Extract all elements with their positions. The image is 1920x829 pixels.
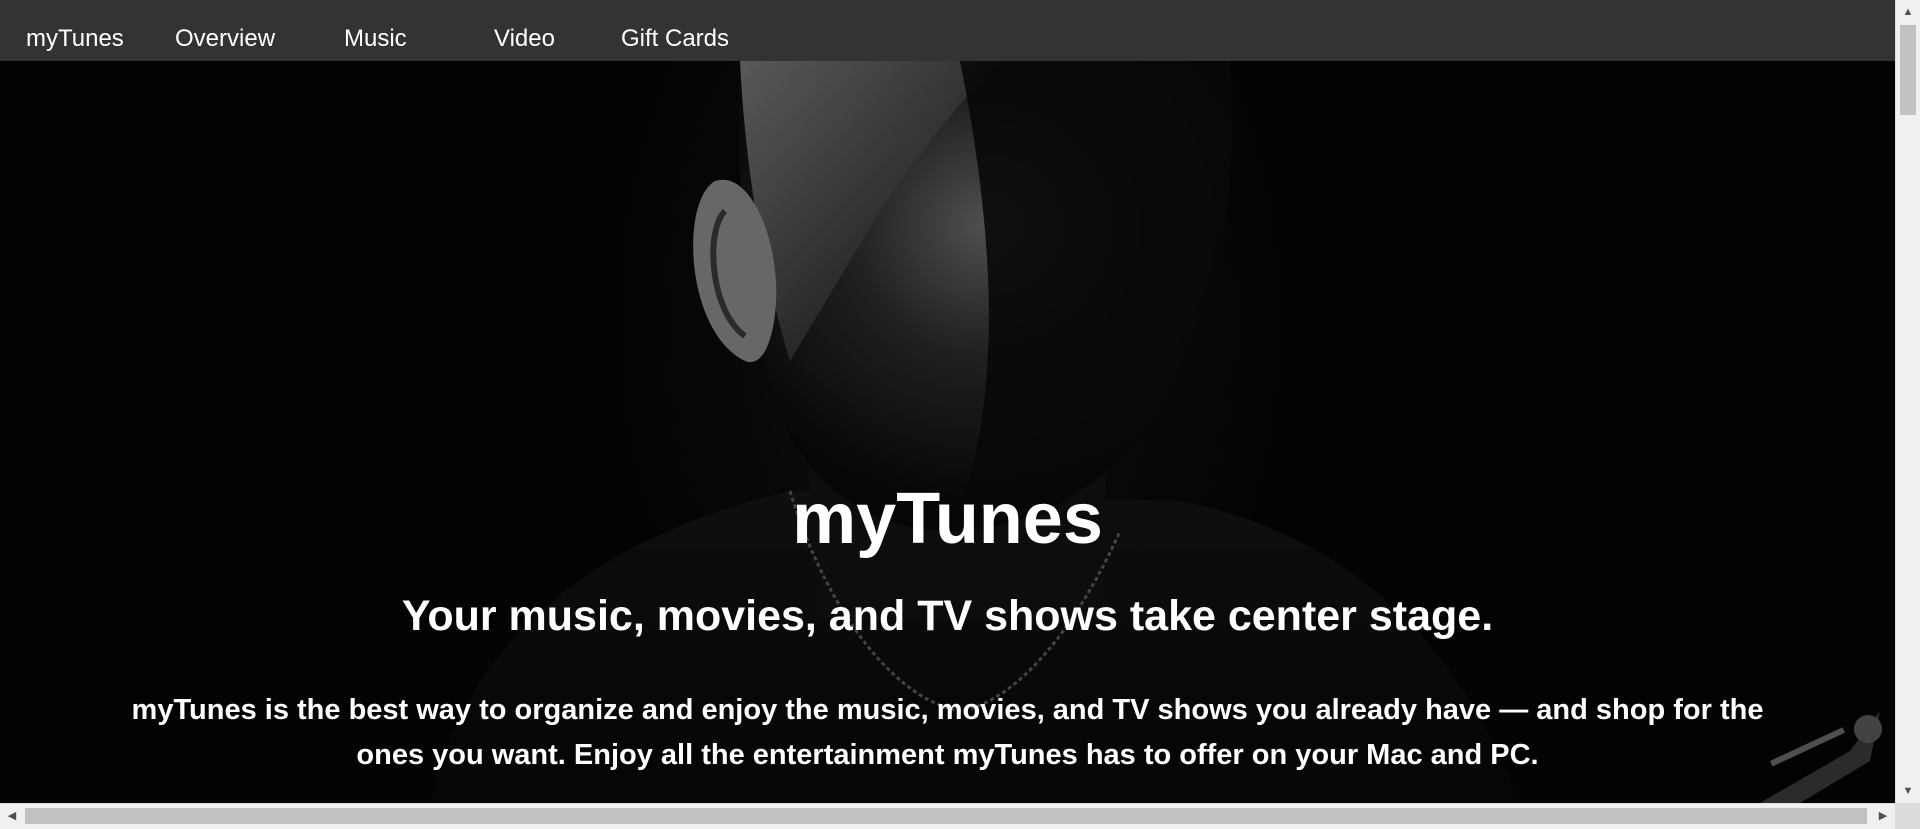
- hero-subtitle: Your music, movies, and TV shows take ce…: [401, 592, 1494, 640]
- nav-item-video[interactable]: Video: [494, 0, 555, 61]
- arrow-left-icon[interactable]: ◀: [0, 804, 24, 828]
- arrow-right-icon[interactable]: ▶: [1871, 804, 1895, 828]
- arrow-up-icon[interactable]: ▲: [1896, 0, 1920, 24]
- nav-item-music[interactable]: Music: [344, 0, 407, 61]
- nav-item-gift-cards[interactable]: Gift Cards: [621, 0, 729, 61]
- hero-description: myTunes is the best way to organize and …: [131, 694, 1764, 771]
- scrollbar-corner: [1895, 803, 1920, 829]
- browser-viewport: myTunes Overview Music Video Gift Cards: [0, 0, 1920, 829]
- top-navbar: myTunes Overview Music Video Gift Cards: [0, 0, 1895, 61]
- vertical-scrollbar[interactable]: ▲ ▼: [1895, 0, 1920, 803]
- horizontal-scrollbar[interactable]: ◀ ▶: [0, 803, 1895, 829]
- horizontal-scroll-thumb[interactable]: [25, 808, 1867, 824]
- arrow-down-icon[interactable]: ▼: [1896, 779, 1920, 803]
- nav-item-overview[interactable]: Overview: [175, 0, 275, 61]
- hero-title: myTunes: [792, 479, 1103, 559]
- nav-item-mytunes[interactable]: myTunes: [26, 0, 124, 61]
- vertical-scroll-thumb[interactable]: [1900, 25, 1916, 115]
- hero-section: myTunes Your music, movies, and TV shows…: [0, 61, 1895, 803]
